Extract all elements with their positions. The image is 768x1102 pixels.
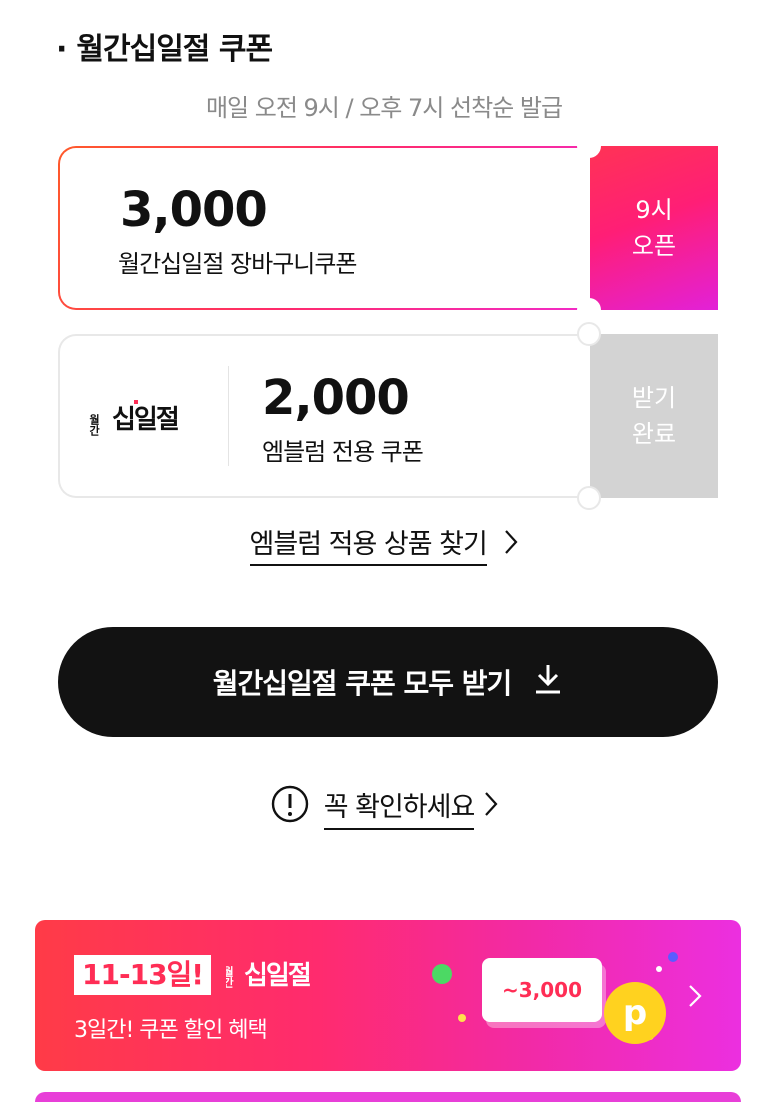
- coupon-name: 월간십일절 장바구니쿠폰: [118, 250, 358, 278]
- point-coin-icon: p: [604, 982, 666, 1044]
- title-text: 월간십일절 쿠폰: [76, 32, 273, 67]
- confetti-dot: [668, 952, 678, 962]
- chevron-right-icon: [688, 984, 702, 1012]
- coupon-received-button[interactable]: 받기 완료: [590, 334, 718, 498]
- ticket-notch: [577, 298, 601, 322]
- banner-coupon-value: ~3,000: [501, 978, 583, 1002]
- banner-logo-small: 월간: [226, 965, 235, 988]
- coupon-name: 엠블럼 전용 쿠폰: [262, 438, 424, 466]
- download-icon: [533, 663, 563, 702]
- emblem-products-link-label: 엠블럼 적용 상품 찾기: [249, 529, 488, 566]
- download-all-label: 월간십일절 쿠폰 모두 받기: [212, 667, 513, 700]
- coupon-card-basket: 3,000 월간십일절 장바구니쿠폰: [58, 146, 588, 310]
- coupon-amount: 3,000: [120, 182, 268, 238]
- ticket-notch: [577, 134, 601, 158]
- coupon-open-label: 오픈: [631, 232, 677, 260]
- confetti-dot: [656, 966, 662, 972]
- coupon-divider: [228, 366, 229, 466]
- confetti-dot: [432, 964, 452, 984]
- emblem-logo-big: 십일절: [112, 405, 178, 435]
- coupon-received-line2: 완료: [631, 420, 677, 448]
- banner-coupon-graphic: ~3,000: [482, 958, 602, 1022]
- chevron-right-icon: [484, 791, 498, 824]
- banner-date-tag: 11-13일!: [74, 955, 212, 995]
- coupon-amount: 2,000: [262, 370, 410, 426]
- banner-subtitle: 3일간! 쿠폰 할인 혜택: [74, 1018, 268, 1043]
- coin-letter: p: [622, 993, 648, 1033]
- next-banner-edge: [35, 1092, 741, 1102]
- info-icon: [270, 784, 310, 831]
- ticket-notch: [577, 486, 601, 510]
- emblem-products-link[interactable]: 엠블럼 적용 상품 찾기: [0, 522, 768, 566]
- notice-link-label: 꼭 확인하세요: [323, 785, 475, 830]
- confetti-dot: [458, 1014, 466, 1022]
- coupon-open-button[interactable]: 9시 오픈: [590, 146, 718, 310]
- emblem-logo: 월간 십일절: [86, 394, 198, 442]
- banner-logo: 월간 십일절: [222, 950, 336, 1002]
- download-all-coupons-button[interactable]: 월간십일절 쿠폰 모두 받기: [58, 627, 718, 737]
- coupon-open-time: 9시: [635, 196, 673, 224]
- emblem-logo-small: 월간: [88, 413, 101, 436]
- title-bullet: ·: [56, 32, 67, 67]
- section-title: · 월간십일절 쿠폰: [56, 24, 273, 68]
- coupon-received-line1: 받기: [631, 384, 677, 412]
- notice-link[interactable]: 꼭 확인하세요: [0, 784, 768, 831]
- banner-logo-big: 십일절: [244, 961, 310, 991]
- chevron-right-icon: [504, 529, 518, 562]
- issue-schedule-text: 매일 오전 9시 / 오후 7시 선착순 발급: [205, 94, 563, 122]
- ticket-notch: [577, 322, 601, 346]
